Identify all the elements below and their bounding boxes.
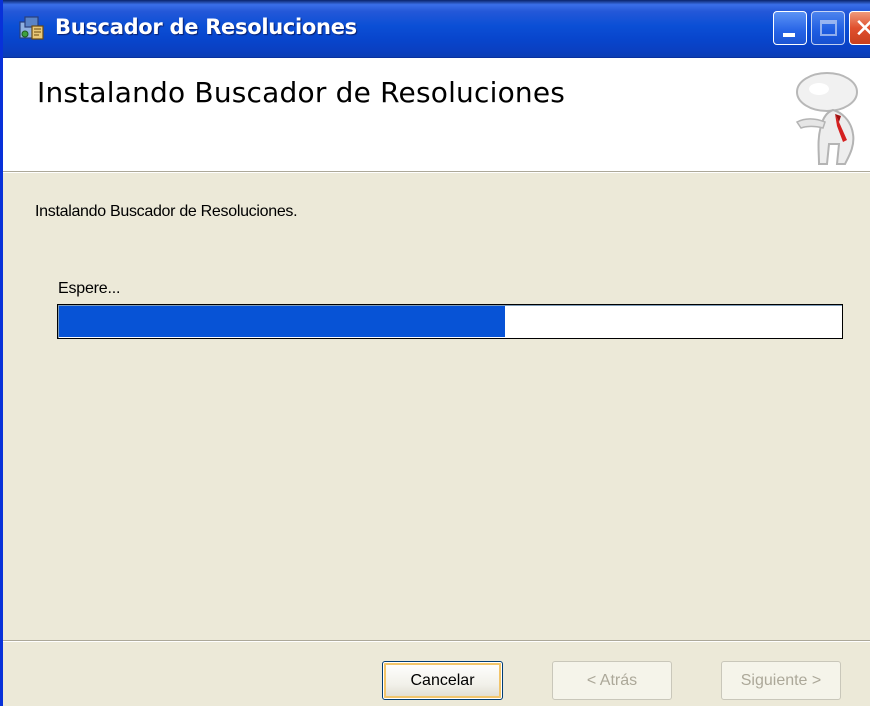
- progress-label: Espere...: [58, 280, 121, 297]
- installer-package-icon[interactable]: [17, 13, 47, 43]
- progress-bar-fill: [59, 306, 505, 337]
- mascot-figure-icon: [795, 72, 858, 165]
- minimize-button[interactable]: [773, 11, 807, 45]
- window-title: Buscador de Resoluciones: [55, 15, 357, 39]
- installation-status-text: Instalando Buscador de Resoluciones.: [35, 203, 298, 220]
- maximize-icon: [820, 20, 837, 36]
- minimize-icon: [783, 33, 795, 37]
- title-bar[interactable]: Buscador de Resoluciones ✕: [3, 0, 870, 58]
- footer-divider: [3, 640, 870, 642]
- installer-window: Buscador de Resoluciones ✕ Instalando Bu…: [0, 0, 870, 706]
- cancel-button[interactable]: Cancelar: [382, 661, 503, 700]
- close-icon: ✕: [854, 14, 870, 44]
- close-button[interactable]: ✕: [849, 11, 870, 45]
- banner-divider: [3, 172, 870, 173]
- next-button[interactable]: Siguiente >: [721, 661, 841, 700]
- header-banner: Instalando Buscador de Resoluciones: [3, 58, 870, 172]
- page-title: Instalando Buscador de Resoluciones: [37, 76, 566, 109]
- installation-progress-bar: [57, 304, 843, 339]
- maximize-button[interactable]: [811, 11, 845, 45]
- back-button[interactable]: < Atrás: [552, 661, 672, 700]
